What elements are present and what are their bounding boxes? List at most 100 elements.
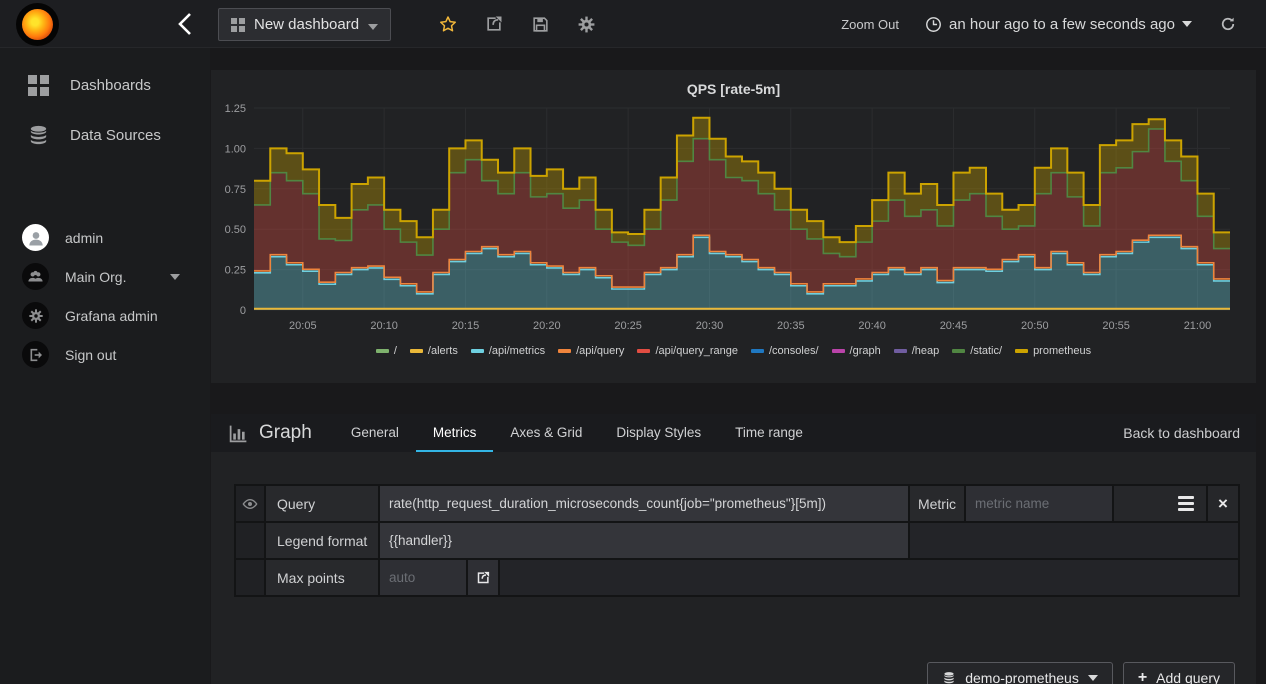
grafana-app: New dashboard Zoom Out an hour ago to a … xyxy=(0,0,1266,684)
max-points-input[interactable] xyxy=(380,560,466,595)
chevron-down-icon xyxy=(170,273,181,280)
panel-title[interactable]: QPS [rate-5m] xyxy=(211,78,1256,104)
panel-editor: Graph General Metrics Axes & Grid Displa… xyxy=(211,414,1256,684)
sidebar-item-dashboards[interactable]: Dashboards xyxy=(0,60,210,110)
legend-item[interactable]: /api/metrics xyxy=(470,345,546,357)
main-content: QPS [rate-5m] 0 0.25 0.50 0.75 1.00 1.25 20:05… xyxy=(210,48,1266,684)
query-label: Query xyxy=(266,486,378,521)
svg-text:20:10: 20:10 xyxy=(370,320,398,332)
back-chevron-icon[interactable] xyxy=(177,12,193,36)
svg-text:21:00: 21:00 xyxy=(1184,320,1212,332)
metric-input-cell xyxy=(966,486,1112,521)
legend-item[interactable]: /static/ xyxy=(952,345,1002,357)
query-row: Query Metric × xyxy=(236,486,1238,521)
svg-text:1.00: 1.00 xyxy=(225,143,246,155)
tab-axes-grid[interactable]: Axes & Grid xyxy=(493,414,599,452)
legend-item[interactable]: /api/query xyxy=(558,345,624,357)
legend-series-label: /alerts xyxy=(427,345,458,357)
legend-series-label: /heap xyxy=(911,345,940,357)
sidebar-item-label: Grafana admin xyxy=(65,307,158,324)
top-navbar: New dashboard Zoom Out an hour ago to a … xyxy=(0,0,1266,48)
sidebar-item-admin[interactable]: admin xyxy=(0,218,210,257)
sidebar-item-data-sources[interactable]: Data Sources xyxy=(0,110,210,160)
legend-item[interactable]: /heap xyxy=(893,345,940,357)
svg-text:20:15: 20:15 xyxy=(452,320,480,332)
refresh-icon[interactable] xyxy=(1218,14,1238,34)
dashboard-title: New dashboard xyxy=(254,16,360,33)
tab-general[interactable]: General xyxy=(334,414,416,452)
dashboard-title-dropdown[interactable]: New dashboard xyxy=(218,8,392,41)
editor-panel-type: Graph xyxy=(211,414,312,452)
dashboards-grid-icon xyxy=(24,74,52,96)
legend-item[interactable]: / xyxy=(375,345,397,357)
close-icon: × xyxy=(1218,493,1228,513)
row-filler xyxy=(500,560,1238,595)
share-icon[interactable] xyxy=(484,14,504,34)
sidebar-separator xyxy=(0,160,210,218)
gear-icon[interactable] xyxy=(576,14,596,34)
legend-item[interactable]: prometheus xyxy=(1015,345,1091,357)
row-spacer-cell xyxy=(236,560,264,595)
legend-series-label: /graph xyxy=(849,345,881,357)
legend-color-dash xyxy=(751,349,764,353)
tab-time-range[interactable]: Time range xyxy=(718,414,820,452)
save-icon[interactable] xyxy=(530,14,550,34)
add-query-button[interactable]: + Add query xyxy=(1122,662,1235,684)
menu-icon[interactable] xyxy=(1178,496,1194,511)
query-editor-table: Query Metric × xyxy=(234,484,1240,597)
legend-item[interactable]: /consoles/ xyxy=(751,345,819,357)
tab-metrics[interactable]: Metrics xyxy=(415,414,494,452)
database-icon xyxy=(944,671,954,683)
gear-icon xyxy=(22,302,49,329)
grafana-logo-icon[interactable] xyxy=(16,3,59,46)
legend-color-dash xyxy=(831,349,845,353)
legend-series-label: prometheus xyxy=(1033,345,1092,357)
sign-out-icon xyxy=(22,341,49,368)
sidebar-item-label: admin xyxy=(65,229,104,246)
datasource-dropdown-button[interactable]: demo-prometheus xyxy=(927,662,1113,684)
time-range-picker[interactable]: an hour ago to a few seconds ago xyxy=(925,16,1192,33)
sidebar-item-main-org[interactable]: Main Org. xyxy=(0,257,210,296)
sidebar-item-sign-out[interactable]: Sign out xyxy=(0,335,210,374)
database-icon xyxy=(24,124,52,147)
svg-text:0.50: 0.50 xyxy=(225,224,246,236)
query-input-cell xyxy=(380,486,908,521)
svg-text:20:50: 20:50 xyxy=(1021,320,1049,332)
dashboard-grid-icon xyxy=(231,17,245,32)
time-range-label: an hour ago to a few seconds ago xyxy=(949,15,1175,33)
legend-series-label: /api/query_range xyxy=(655,345,738,357)
chevron-down-icon xyxy=(368,23,379,30)
remove-query-button[interactable]: × xyxy=(1208,486,1238,521)
sidebar-item-grafana-admin[interactable]: Grafana admin xyxy=(0,296,210,335)
max-points-link-button[interactable] xyxy=(468,560,498,595)
toggle-visibility-button[interactable] xyxy=(236,486,264,521)
legend-color-dash xyxy=(637,349,651,353)
back-to-dashboard-link[interactable]: Back to dashboard xyxy=(1123,414,1256,452)
legend-color-dash xyxy=(952,349,966,353)
max-points-label: Max points xyxy=(266,560,378,595)
legend-series-label: /api/metrics xyxy=(488,345,546,357)
sidebar-item-label: Data Sources xyxy=(70,126,161,144)
add-query-label: Add query xyxy=(1156,669,1220,684)
qps-chart[interactable]: 0 0.25 0.50 0.75 1.00 1.25 20:05 20:10 20:15 20:2… xyxy=(212,104,1255,342)
metric-label: Metric xyxy=(910,486,964,521)
metrics-tab-content: Query Metric × xyxy=(211,484,1256,684)
eye-icon xyxy=(242,498,258,509)
tab-display-styles[interactable]: Display Styles xyxy=(599,414,718,452)
legend-item[interactable]: /api/query_range xyxy=(637,345,738,357)
legend-item[interactable]: /graph xyxy=(831,345,881,357)
legend-color-dash xyxy=(375,349,389,353)
query-input[interactable] xyxy=(380,486,908,521)
zoom-out-button[interactable]: Zoom Out xyxy=(841,17,899,32)
query-options-cell xyxy=(1114,486,1206,521)
max-points-row: Max points xyxy=(236,560,1238,595)
legend-item[interactable]: /alerts xyxy=(409,345,458,357)
chevron-down-icon xyxy=(1087,674,1098,681)
metric-name-input[interactable] xyxy=(966,486,1112,521)
star-icon[interactable] xyxy=(438,14,458,34)
plus-icon: + xyxy=(1137,668,1148,684)
legend-format-input[interactable] xyxy=(380,523,908,558)
legend-color-dash xyxy=(558,349,572,353)
legend-color-dash xyxy=(409,349,423,353)
legend-color-dash xyxy=(470,349,484,353)
